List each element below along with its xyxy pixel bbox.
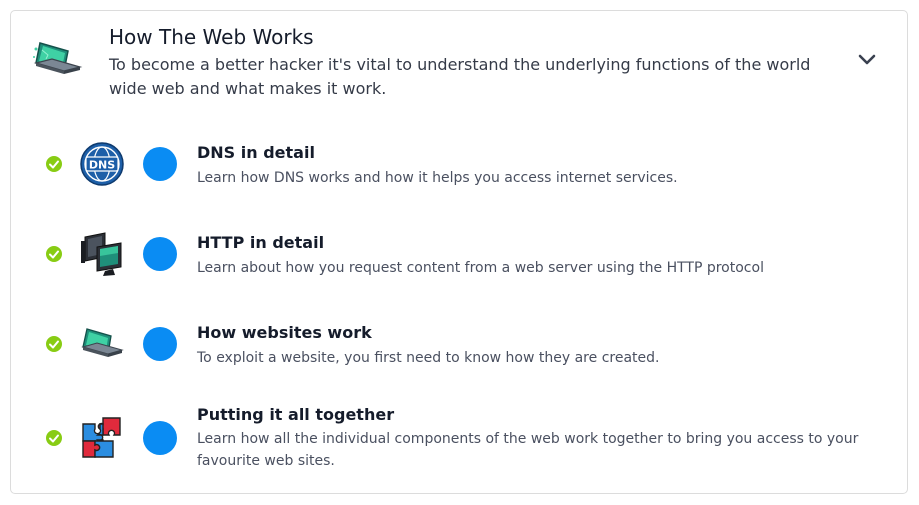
room-item-http-in-detail[interactable]: HTTP in detail Learn about how you reque…: [11, 213, 907, 293]
completed-check-icon: [45, 245, 63, 263]
room-item-dns-in-detail[interactable]: DNS DNS in detail Learn how DNS works an…: [11, 123, 907, 203]
room-status-dot: [143, 421, 177, 455]
chevron-down-icon[interactable]: [854, 49, 880, 71]
room-title: HTTP in detail: [197, 233, 325, 252]
room-status-dot: [143, 147, 177, 181]
laptop-icon: [30, 35, 84, 85]
module-description: To become a better hacker it's vital to …: [109, 55, 811, 98]
dns-globe-icon: DNS: [79, 141, 125, 187]
room-item-putting-it-all-together[interactable]: Putting it all together Learn how all th…: [11, 393, 907, 473]
room-status-dot: [143, 237, 177, 271]
laptop-icon: [79, 321, 125, 367]
room-title: Putting it all together: [197, 405, 395, 424]
room-title: How websites work: [197, 323, 372, 342]
room-title: DNS in detail: [197, 143, 315, 162]
room-description: Learn about how you request content from…: [197, 260, 764, 276]
room-item-how-websites-work[interactable]: How websites work To exploit a website, …: [11, 303, 907, 383]
completed-check-icon: [45, 335, 63, 353]
module-card: How The Web Works To become a better hac…: [10, 10, 908, 494]
room-description: To exploit a website, you first need to …: [197, 350, 660, 366]
room-description: Learn how DNS works and how it helps you…: [197, 170, 678, 186]
monitors-icon: [79, 231, 125, 277]
module-header[interactable]: How The Web Works To become a better hac…: [11, 11, 907, 111]
module-title: How The Web Works: [109, 25, 314, 49]
completed-check-icon: [45, 155, 63, 173]
dns-icon-text: DNS: [89, 159, 115, 172]
room-description: Learn how all the individual components …: [197, 431, 859, 469]
puzzle-icon: [79, 415, 125, 461]
room-status-dot: [143, 327, 177, 361]
completed-check-icon: [45, 429, 63, 447]
